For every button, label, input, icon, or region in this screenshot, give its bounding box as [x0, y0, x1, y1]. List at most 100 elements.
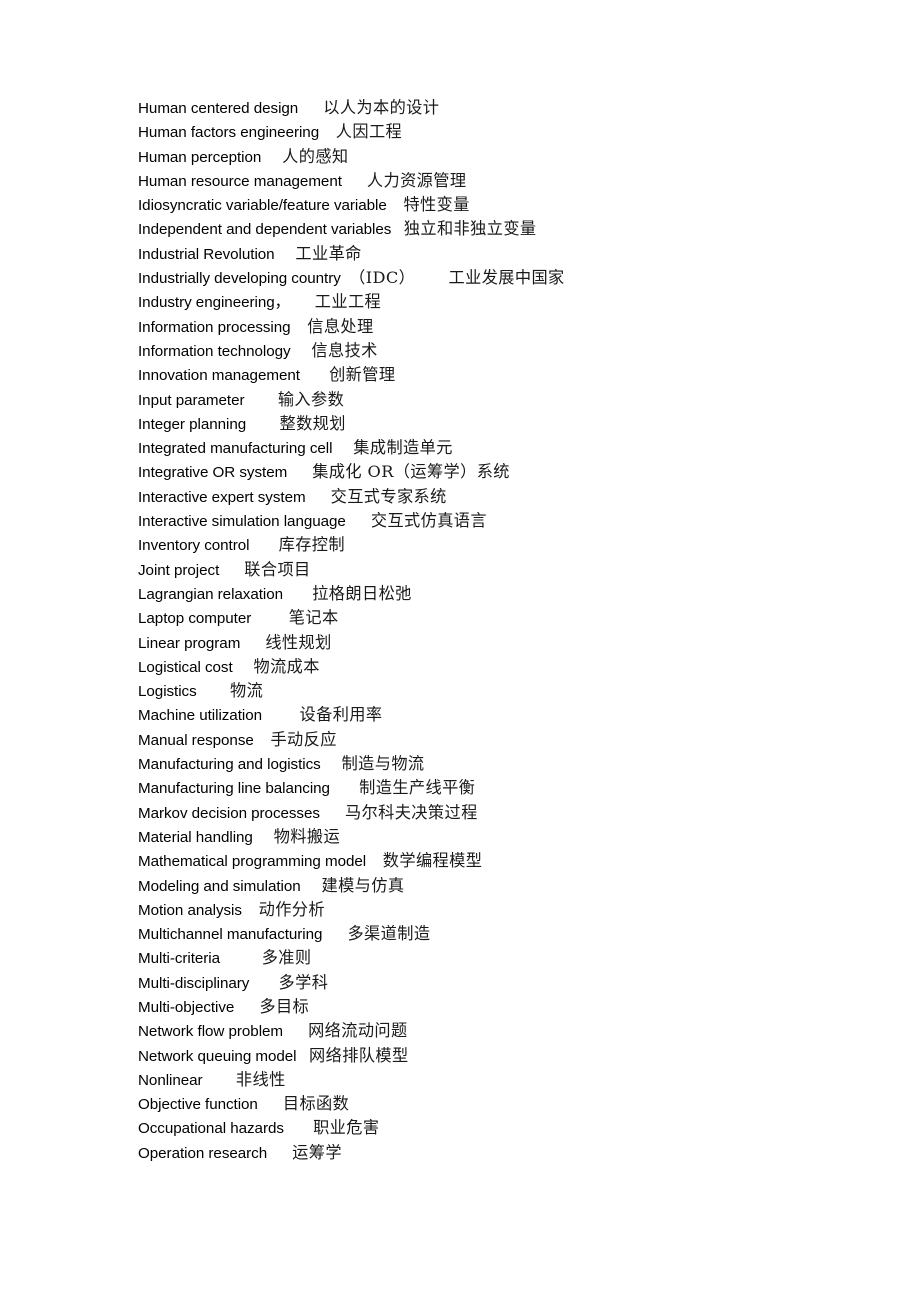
glossary-entry: Human factors engineering 人因工程 [138, 120, 898, 144]
term-chinese: 手动反应 [270, 729, 337, 749]
term-chinese: 人力资源管理 [366, 170, 467, 190]
term-english: Multi-objective [138, 998, 235, 1016]
term-gap [246, 416, 279, 433]
glossary-entry: Multi-disciplinary 多学科 [138, 971, 898, 995]
term-chinese: 马尔科夫决策过程 [344, 802, 478, 822]
term-chinese: 独立和非独立变量 [403, 219, 537, 239]
term-gap [249, 975, 278, 992]
glossary-entry: Occupational hazards 职业危害 [138, 1116, 898, 1140]
term-english: Linear program [138, 634, 241, 652]
term-gap [262, 707, 300, 724]
term-english: Human resource management [138, 172, 342, 190]
term-english: Manufacturing and logistics [138, 756, 321, 774]
term-chinese: 物流 [230, 681, 264, 701]
term-english: Multichannel manufacturing [138, 926, 323, 944]
term-chinese: 整数规划 [279, 413, 346, 433]
term-gap [197, 683, 230, 700]
term-chinese: 制造与物流 [341, 754, 425, 774]
term-gap [320, 805, 345, 822]
glossary-entry: Nonlinear 非线性 [138, 1068, 898, 1092]
term-english: Industrially developing country [138, 270, 341, 288]
term-english: Multi-criteria [138, 950, 220, 968]
term-english: Material handling [138, 828, 253, 846]
term-chinese: 物流成本 [253, 656, 320, 676]
term-chinese: 非线性 [235, 1069, 286, 1089]
glossary-entry: Human perception 人的感知 [138, 145, 898, 169]
term-english: Information processing [138, 318, 291, 336]
glossary-entry: Innovation management 创新管理 [138, 363, 898, 387]
glossary-entry: Multi-criteria 多准则 [138, 946, 898, 970]
glossary-entry: Markov decision processes 马尔科夫决策过程 [138, 801, 898, 825]
term-english: Idiosyncratic variable/feature variable [138, 197, 387, 215]
glossary-entry: Information processing 信息处理 [138, 315, 898, 339]
term-english: Mathematical programming model [138, 853, 367, 871]
term-gap [258, 1096, 283, 1113]
term-gap [387, 197, 404, 214]
term-english: Motion analysis [138, 901, 242, 919]
term-chinese: 多学科 [278, 972, 329, 992]
term-english: Interactive simulation language [138, 513, 346, 531]
glossary-page: Human centered design 以人为本的设计 Human facto… [0, 0, 920, 1302]
glossary-entry: Input parameter 输入参数 [138, 388, 898, 412]
term-english: Operation research [138, 1144, 268, 1162]
term-gap [290, 294, 315, 311]
glossary-entry: Interactive simulation language 交互式仿真语言 [138, 509, 898, 533]
term-chinese: 拉格朗日松弛 [312, 583, 412, 603]
term-chinese: 物料搬运 [273, 826, 341, 846]
term-chinese: 交互式仿真语言 [370, 511, 487, 531]
term-gap [220, 950, 262, 967]
term-chinese: 库存控制 [278, 535, 345, 555]
glossary-entry: Manual response 手动反应 [138, 728, 898, 752]
term-english: Human factors engineering [138, 124, 320, 142]
term-english: Network queuing model [138, 1047, 297, 1065]
term-gap [330, 780, 359, 797]
term-english: Independent and dependent variables [138, 221, 392, 239]
glossary-entry: Inventory control 库存控制 [138, 533, 898, 557]
glossary-entry: Objective function 目标函数 [138, 1092, 898, 1116]
glossary-entry: Manufacturing line balancing 制造生产线平衡 [138, 776, 898, 800]
term-gap [251, 610, 289, 627]
term-gap [261, 149, 282, 166]
term-english: Integrative OR system [138, 464, 288, 482]
term-english: Industrial Revolution [138, 245, 275, 263]
glossary-entry: Logistical cost 物流成本 [138, 655, 898, 679]
glossary-entry: Multichannel manufacturing 多渠道制造 [138, 922, 898, 946]
term-english: Information technology [138, 342, 291, 360]
term-gap [244, 392, 277, 409]
term-gap [249, 537, 278, 554]
term-chinese: （IDC） 工业发展中国家 [349, 268, 565, 288]
glossary-entry: Operation research 运筹学 [138, 1141, 898, 1165]
glossary-entry: Logistics 物流 [138, 679, 898, 703]
term-english: Nonlinear [138, 1071, 203, 1089]
term-gap [291, 343, 312, 360]
term-gap [321, 756, 342, 773]
glossary-entry: Idiosyncratic variable/feature variable … [138, 193, 898, 217]
term-english: Logistical cost [138, 658, 233, 676]
term-english: Logistics [138, 683, 197, 701]
term-chinese: 创新管理 [329, 365, 396, 385]
term-english: Interactive expert system [138, 488, 306, 506]
term-gap [283, 586, 312, 603]
glossary-entry: Motion analysis 动作分析 [138, 898, 898, 922]
term-chinese: 交互式专家系统 [330, 486, 447, 506]
term-gap [341, 270, 349, 287]
term-gap [322, 926, 347, 943]
term-chinese: 以人为本的设计 [323, 98, 440, 117]
term-english: Markov decision processes [138, 804, 320, 822]
term-chinese: 信息处理 [307, 316, 374, 336]
glossary-entry: Integrative OR system 集成化 OR（运筹学）系统 [138, 460, 898, 484]
term-gap [242, 902, 259, 919]
term-gap [234, 999, 259, 1016]
term-gap [284, 1120, 313, 1137]
glossary-entry: Industrially developing country （IDC） 工业… [138, 266, 898, 290]
term-chinese: 网络流动问题 [308, 1021, 408, 1041]
term-chinese: 制造生产线平衡 [359, 778, 476, 798]
glossary-entry: Machine utilization 设备利用率 [138, 703, 898, 727]
term-gap [332, 440, 353, 457]
glossary-entry: Independent and dependent variables 独立和非… [138, 217, 898, 241]
term-gap [254, 732, 271, 749]
term-gap [233, 659, 254, 676]
term-chinese: 输入参数 [277, 389, 345, 409]
term-chinese: 多渠道制造 [347, 924, 431, 944]
term-gap [306, 489, 331, 506]
